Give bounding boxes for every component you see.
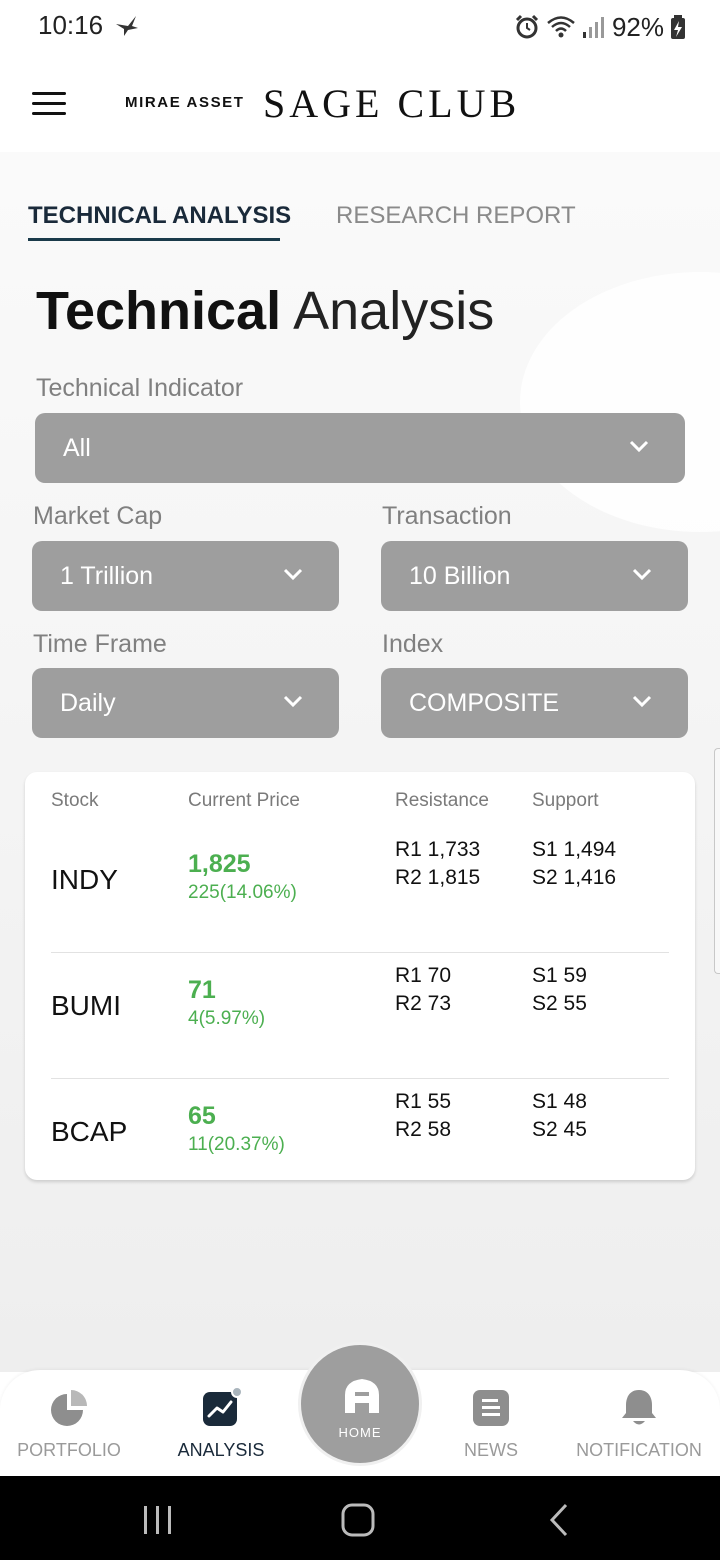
chevron-down-icon [632,568,652,581]
main-content: TECHNICAL ANALYSIS RESEARCH REPORT Techn… [0,152,720,1372]
brand-sage-club[interactable]: SAGE CLUB [263,80,520,127]
table-row[interactable]: BUMI 71 4(5.97%) R1 70 R2 73 S1 59 S2 55 [25,946,695,1072]
transaction-label: Transaction [382,502,512,530]
support-s1: S1 59 [532,964,587,987]
current-price: 71 [188,976,216,1004]
app-header: MIRAE ASSET SAGE CLUB [0,56,720,152]
nav-news[interactable]: NEWS [422,1370,560,1476]
system-navigation-bar [0,1476,720,1560]
battery-percent: 92% [611,11,664,42]
support-s2: S2 1,416 [532,866,617,889]
price-change: 225(14.06%) [188,882,297,903]
resistance-r2: R2 73 [395,992,452,1015]
resistance-r1: R1 70 [395,964,452,987]
chevron-down-icon [283,568,303,581]
nav-portfolio-label: PORTFOLIO [17,1440,121,1460]
nav-notification[interactable]: NOTIFICATION [568,1370,710,1476]
transaction-value: 10 Billion [409,561,511,590]
resistance-r1: R1 55 [395,1090,452,1113]
column-header-stock: Stock [51,790,99,811]
resistance-r2: R2 58 [395,1118,452,1141]
market-cap-value: 1 Trillion [60,561,154,590]
chevron-down-icon [632,695,652,708]
recent-apps-icon[interactable] [138,1502,178,1538]
tab-research-report[interactable]: RESEARCH REPORT [336,202,576,230]
support-s2: S2 45 [532,1118,587,1141]
nav-news-label: NEWS [464,1440,518,1460]
status-time: 10:16 [38,10,104,40]
support-s2: S2 55 [532,992,587,1015]
back-icon[interactable] [540,1502,580,1538]
time-frame-label: Time Frame [33,630,167,658]
index-select[interactable]: COMPOSITE [381,668,688,738]
status-icons: 92% [514,10,686,44]
support-s1: S1 1,494 [532,838,617,861]
table-row[interactable]: BCAP 65 11(20.37%) R1 55 R2 58 S1 48 S2 … [25,1072,695,1198]
page-title: Technical Analysis [36,280,494,342]
column-header-support: Support [532,790,599,811]
price-change: 11(20.37%) [188,1134,285,1155]
page-title-light: Analysis [293,281,495,341]
background-curve [520,272,720,532]
stock-table-card: Stock Current Price Resistance Support I… [25,772,695,1180]
time-frame-select[interactable]: Daily [32,668,339,738]
price-change: 4(5.97%) [188,1008,266,1029]
table-row[interactable]: INDY 1,825 225(14.06%) R1 1,733 R2 1,815… [25,820,695,946]
time-frame-value: Daily [60,688,116,717]
stock-ticker: BCAP [51,1116,128,1147]
technical-indicator-label: Technical Indicator [36,374,244,402]
brand-mirae-asset: MIRAE ASSET [125,94,245,111]
chevron-down-icon [283,695,303,708]
technical-indicator-value: All [63,433,91,462]
home-button-label: HOME [338,1425,382,1440]
current-price: 65 [188,1102,216,1130]
support-s1: S1 48 [532,1090,587,1113]
battery-charging-icon [671,15,685,39]
home-button[interactable]: HOME [298,1342,422,1466]
bell-icon [622,1390,656,1425]
news-icon [473,1390,509,1426]
active-tab-indicator [28,238,280,241]
technical-indicator-select[interactable]: All [35,413,685,483]
resistance-r1: R1 1,733 [395,838,481,861]
page-title-bold: Technical [36,281,282,341]
stock-ticker: BUMI [51,990,121,1021]
bird-notification-icon [116,16,138,36]
tab-technical-analysis[interactable]: TECHNICAL ANALYSIS [28,202,291,230]
nav-analysis[interactable]: ANALYSIS [152,1370,290,1476]
nav-notification-label: NOTIFICATION [576,1440,702,1460]
market-cap-select[interactable]: 1 Trillion [32,541,339,611]
wifi-icon [547,16,575,38]
status-bar: 10:16 92% [0,0,720,56]
index-label: Index [382,630,444,658]
current-price: 1,825 [188,850,251,878]
scrollbar-thumb[interactable] [714,748,720,974]
hamburger-menu-icon[interactable] [32,92,66,118]
column-header-resistance: Resistance [395,790,489,811]
index-value: COMPOSITE [409,688,560,717]
market-cap-label: Market Cap [33,502,163,530]
chevron-down-icon [629,440,649,453]
analysis-chart-icon [203,1386,243,1426]
column-header-current-price: Current Price [188,790,300,811]
alarm-icon [515,14,539,39]
stock-ticker: INDY [51,864,118,895]
home-icon [345,1379,379,1413]
resistance-r2: R2 1,815 [395,866,481,889]
pie-chart-icon [51,1390,87,1426]
home-system-icon[interactable] [338,1502,378,1538]
signal-icon [582,17,604,38]
nav-portfolio[interactable]: PORTFOLIO [0,1370,138,1476]
nav-analysis-label: ANALYSIS [177,1440,265,1460]
transaction-select[interactable]: 10 Billion [381,541,688,611]
